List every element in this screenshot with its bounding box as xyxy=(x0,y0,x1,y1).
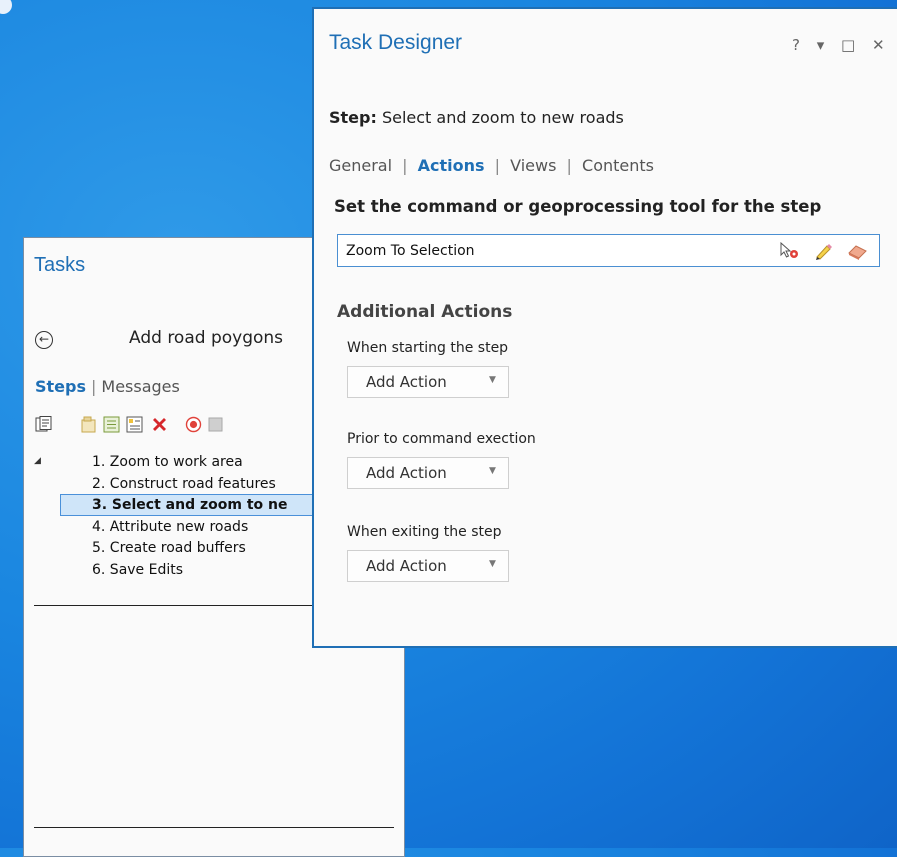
pencil-icon[interactable] xyxy=(814,242,834,260)
add-action-dropdown-prior[interactable]: Add Action ▼ xyxy=(347,457,509,489)
step-label: 3. Select and zoom to ne xyxy=(92,497,288,513)
tasks-pane-title: Tasks xyxy=(34,254,86,276)
step-label: 5. Create road buffers xyxy=(92,540,246,556)
tab-separator: | xyxy=(566,156,572,175)
designer-tabs: General | Actions | Views | Contents xyxy=(329,156,654,175)
section-label-prior: Prior to command exection xyxy=(347,431,536,447)
command-instruction: Set the command or geoprocessing tool fo… xyxy=(334,197,822,216)
add-action-label: Add Action xyxy=(366,464,447,482)
steps-divider-bottom xyxy=(34,827,394,828)
section-label-starting: When starting the step xyxy=(347,340,509,356)
record-icon[interactable] xyxy=(185,416,202,433)
task-designer-pane: Task Designer ? ▾ □ ✕ Step: Select and z… xyxy=(312,7,897,648)
tasks-tabs: Steps | Messages xyxy=(35,377,180,396)
step-label: 2. Construct road features xyxy=(92,475,276,492)
task-designer-title: Task Designer xyxy=(329,31,463,54)
step-group-icon[interactable] xyxy=(126,416,143,433)
command-icons xyxy=(779,241,869,260)
tab-separator: | xyxy=(494,156,501,175)
new-step-icon[interactable] xyxy=(80,416,97,433)
record-command-icon[interactable] xyxy=(779,241,801,260)
tab-contents[interactable]: Contents xyxy=(582,156,654,175)
tab-separator: | xyxy=(91,377,97,396)
window-controls[interactable]: ? ▾ □ ✕ xyxy=(792,36,891,54)
tab-steps[interactable]: Steps xyxy=(35,377,86,396)
desktop-icon-fragment xyxy=(0,0,12,14)
collapse-triangle-icon[interactable]: ◢ xyxy=(34,456,41,466)
tab-views[interactable]: Views xyxy=(510,156,556,175)
task-properties-icon[interactable] xyxy=(35,416,52,433)
add-action-dropdown-exiting[interactable]: Add Action ▼ xyxy=(347,550,509,582)
back-arrow-icon[interactable]: ← xyxy=(35,331,53,349)
task-name: Add road poygons xyxy=(129,328,284,348)
stop-icon[interactable] xyxy=(207,416,224,433)
caret-down-icon: ▼ xyxy=(489,375,496,385)
tab-general[interactable]: General xyxy=(329,156,392,175)
tab-messages[interactable]: Messages xyxy=(101,377,179,396)
add-action-label: Add Action xyxy=(366,373,447,391)
caret-down-icon: ▼ xyxy=(489,559,496,569)
section-label-exiting: When exiting the step xyxy=(347,524,502,540)
command-value: Zoom To Selection xyxy=(346,243,475,259)
tab-actions[interactable]: Actions xyxy=(418,156,485,175)
new-step-list-icon[interactable] xyxy=(103,416,120,433)
add-action-dropdown-starting[interactable]: Add Action ▼ xyxy=(347,366,509,398)
step-label: 6. Save Edits xyxy=(92,561,184,578)
add-action-label: Add Action xyxy=(366,557,447,575)
delete-icon[interactable] xyxy=(151,416,168,433)
step-heading: Step: Select and zoom to new roads xyxy=(329,108,624,127)
step-label: 4. Attribute new roads xyxy=(92,518,249,535)
step-label: 1. Zoom to work area xyxy=(92,454,243,470)
caret-down-icon: ▼ xyxy=(489,466,496,476)
eraser-icon[interactable] xyxy=(847,242,869,260)
additional-actions-title: Additional Actions xyxy=(337,302,513,322)
tab-separator: | xyxy=(402,156,408,175)
step-prefix: Step: xyxy=(329,108,377,127)
command-field[interactable]: Zoom To Selection xyxy=(337,234,880,267)
step-name: Select and zoom to new roads xyxy=(381,108,624,127)
